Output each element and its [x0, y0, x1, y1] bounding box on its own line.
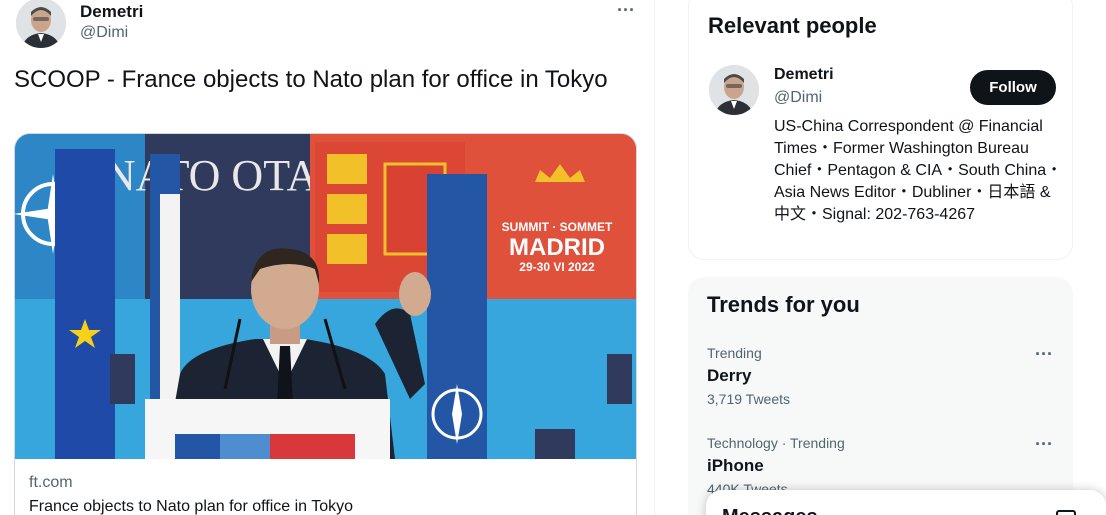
card-image: NATO OTAN SUMMIT · SOMMET MADRID 29-30 V…	[15, 134, 636, 459]
author-handle[interactable]: @Dimi	[80, 24, 128, 42]
trend-name: iPhone	[707, 456, 764, 475]
tweet-detail: Demetri @Dimi ··· SCOOP - France objects…	[0, 0, 655, 515]
author-name[interactable]: Demetri	[80, 2, 143, 22]
more-horizontal-icon[interactable]: ···	[1032, 435, 1056, 453]
more-horizontal-icon[interactable]: ···	[1032, 345, 1056, 363]
summit-text: SUMMIT · SOMMET	[502, 220, 613, 234]
author-avatar[interactable]	[16, 0, 66, 48]
trends-panel: Trends for you Trending Derry 3,719 Twee…	[688, 277, 1073, 515]
more-horizontal-icon[interactable]: ···	[614, 1, 638, 19]
person-name[interactable]: Demetri	[774, 66, 834, 84]
card-title[interactable]: France objects to Nato plan for office i…	[29, 498, 353, 515]
trend-context: Trending	[707, 345, 762, 361]
link-card[interactable]: NATO OTAN SUMMIT · SOMMET MADRID 29-30 V…	[14, 133, 637, 515]
messages-title: Messages	[722, 506, 818, 515]
trend-item[interactable]: Trending Derry 3,719 Tweets ···	[688, 345, 1073, 430]
relevant-people-panel: Relevant people Demetri @Dimi Follow US-…	[688, 0, 1073, 260]
new-message-icon[interactable]	[1056, 510, 1076, 515]
trends-title: Trends for you	[707, 292, 860, 317]
trend-name: Derry	[707, 366, 752, 385]
trend-context: Technology · Trending	[707, 435, 845, 451]
card-domain: ft.com	[29, 474, 73, 491]
messages-drawer[interactable]: Messages	[706, 490, 1106, 515]
follow-button[interactable]: Follow	[970, 70, 1056, 105]
trend-count: 3,719 Tweets	[707, 391, 791, 407]
madrid-text: MADRID	[509, 234, 605, 261]
date-text: 29-30 VI 2022	[519, 260, 595, 274]
relevant-people-title: Relevant people	[708, 13, 877, 38]
person-avatar[interactable]	[709, 65, 759, 115]
person-handle[interactable]: @Dimi	[774, 89, 822, 107]
tweet-text: SCOOP - France objects to Nato plan for …	[14, 66, 608, 93]
person-bio: US-China Correspondent @ Financial Times…	[774, 118, 1063, 223]
